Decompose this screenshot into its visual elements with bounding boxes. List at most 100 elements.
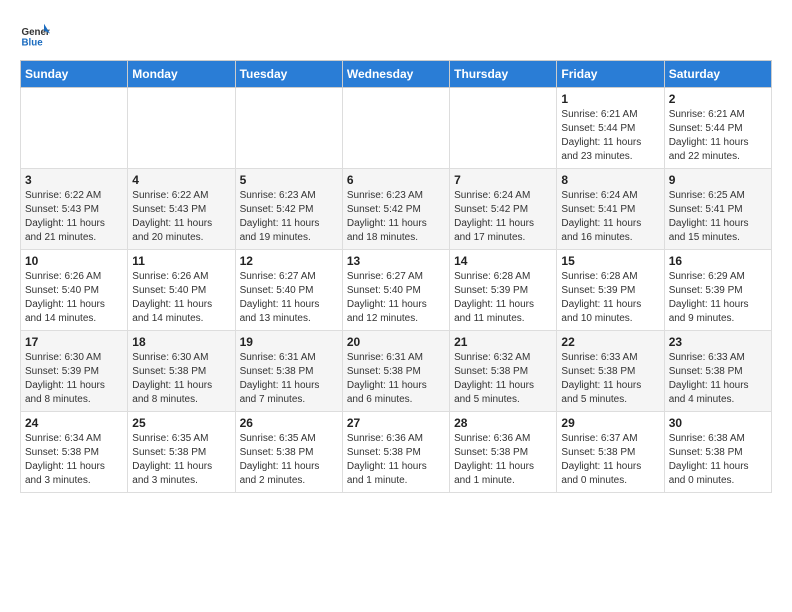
day-number: 13 bbox=[347, 254, 445, 268]
calendar-cell: 2 Sunrise: 6:21 AM Sunset: 5:44 PM Daylig… bbox=[664, 88, 771, 169]
day-number: 19 bbox=[240, 335, 338, 349]
page-header: General Blue bbox=[20, 20, 772, 50]
calendar-cell: 28 Sunrise: 6:36 AM Sunset: 5:38 PM Dayli… bbox=[450, 412, 557, 493]
day-number: 8 bbox=[561, 173, 659, 187]
day-number: 29 bbox=[561, 416, 659, 430]
day-info: Sunrise: 6:24 AM Sunset: 5:41 PM Dayligh… bbox=[561, 189, 659, 245]
calendar-cell: 16 Sunrise: 6:29 AM Sunset: 5:39 PM Dayli… bbox=[664, 250, 771, 331]
day-number: 6 bbox=[347, 173, 445, 187]
calendar-cell: 21 Sunrise: 6:32 AM Sunset: 5:38 PM Dayli… bbox=[450, 331, 557, 412]
day-info: Sunrise: 6:37 AM Sunset: 5:38 PM Dayligh… bbox=[561, 432, 659, 488]
day-info: Sunrise: 6:35 AM Sunset: 5:38 PM Dayligh… bbox=[132, 432, 230, 488]
day-number: 22 bbox=[561, 335, 659, 349]
day-info: Sunrise: 6:26 AM Sunset: 5:40 PM Dayligh… bbox=[132, 270, 230, 326]
day-number: 12 bbox=[240, 254, 338, 268]
day-number: 28 bbox=[454, 416, 552, 430]
calendar-week-row: 3 Sunrise: 6:22 AM Sunset: 5:43 PM Daylig… bbox=[21, 169, 772, 250]
calendar-cell: 23 Sunrise: 6:33 AM Sunset: 5:38 PM Dayli… bbox=[664, 331, 771, 412]
day-info: Sunrise: 6:30 AM Sunset: 5:38 PM Dayligh… bbox=[132, 351, 230, 407]
day-number: 20 bbox=[347, 335, 445, 349]
calendar-cell: 12 Sunrise: 6:27 AM Sunset: 5:40 PM Dayli… bbox=[235, 250, 342, 331]
day-number: 3 bbox=[25, 173, 123, 187]
calendar-cell: 15 Sunrise: 6:28 AM Sunset: 5:39 PM Dayli… bbox=[557, 250, 664, 331]
calendar-cell bbox=[21, 88, 128, 169]
day-info: Sunrise: 6:30 AM Sunset: 5:39 PM Dayligh… bbox=[25, 351, 123, 407]
day-number: 4 bbox=[132, 173, 230, 187]
day-number: 10 bbox=[25, 254, 123, 268]
weekday-header: Tuesday bbox=[235, 61, 342, 88]
calendar-cell: 30Sunrise: 6:38 AM Sunset: 5:38 PM Dayli… bbox=[664, 412, 771, 493]
calendar-cell bbox=[450, 88, 557, 169]
day-info: Sunrise: 6:23 AM Sunset: 5:42 PM Dayligh… bbox=[347, 189, 445, 245]
calendar-cell: 6 Sunrise: 6:23 AM Sunset: 5:42 PM Daylig… bbox=[342, 169, 449, 250]
calendar-week-row: 17 Sunrise: 6:30 AM Sunset: 5:39 PM Dayli… bbox=[21, 331, 772, 412]
day-number: 24 bbox=[25, 416, 123, 430]
calendar-week-row: 10 Sunrise: 6:26 AM Sunset: 5:40 PM Dayli… bbox=[21, 250, 772, 331]
day-info: Sunrise: 6:28 AM Sunset: 5:39 PM Dayligh… bbox=[454, 270, 552, 326]
day-info: Sunrise: 6:29 AM Sunset: 5:39 PM Dayligh… bbox=[669, 270, 767, 326]
day-number: 11 bbox=[132, 254, 230, 268]
day-info: Sunrise: 6:27 AM Sunset: 5:40 PM Dayligh… bbox=[347, 270, 445, 326]
weekday-header: Friday bbox=[557, 61, 664, 88]
day-info: Sunrise: 6:25 AM Sunset: 5:41 PM Dayligh… bbox=[669, 189, 767, 245]
day-number: 23 bbox=[669, 335, 767, 349]
logo: General Blue bbox=[20, 20, 50, 50]
day-info: Sunrise: 6:33 AM Sunset: 5:38 PM Dayligh… bbox=[669, 351, 767, 407]
calendar-cell: 14 Sunrise: 6:28 AM Sunset: 5:39 PM Dayli… bbox=[450, 250, 557, 331]
day-info: Sunrise: 6:22 AM Sunset: 5:43 PM Dayligh… bbox=[25, 189, 123, 245]
day-info: Sunrise: 6:34 AM Sunset: 5:38 PM Dayligh… bbox=[25, 432, 123, 488]
day-number: 15 bbox=[561, 254, 659, 268]
day-number: 27 bbox=[347, 416, 445, 430]
weekday-header: Wednesday bbox=[342, 61, 449, 88]
calendar-week-row: 24 Sunrise: 6:34 AM Sunset: 5:38 PM Dayli… bbox=[21, 412, 772, 493]
calendar-cell: 11 Sunrise: 6:26 AM Sunset: 5:40 PM Dayli… bbox=[128, 250, 235, 331]
day-info: Sunrise: 6:32 AM Sunset: 5:38 PM Dayligh… bbox=[454, 351, 552, 407]
day-number: 1 bbox=[561, 92, 659, 106]
svg-text:Blue: Blue bbox=[22, 38, 44, 49]
calendar-cell: 29 Sunrise: 6:37 AM Sunset: 5:38 PM Dayli… bbox=[557, 412, 664, 493]
day-number: 5 bbox=[240, 173, 338, 187]
day-info: Sunrise: 6:22 AM Sunset: 5:43 PM Dayligh… bbox=[132, 189, 230, 245]
calendar-cell: 13 Sunrise: 6:27 AM Sunset: 5:40 PM Dayli… bbox=[342, 250, 449, 331]
day-info: Sunrise: 6:31 AM Sunset: 5:38 PM Dayligh… bbox=[347, 351, 445, 407]
calendar-cell: 10 Sunrise: 6:26 AM Sunset: 5:40 PM Dayli… bbox=[21, 250, 128, 331]
calendar-cell: 27 Sunrise: 6:36 AM Sunset: 5:38 PM Dayli… bbox=[342, 412, 449, 493]
day-info: Sunrise: 6:33 AM Sunset: 5:38 PM Dayligh… bbox=[561, 351, 659, 407]
day-info: Sunrise: 6:24 AM Sunset: 5:42 PM Dayligh… bbox=[454, 189, 552, 245]
day-number: 14 bbox=[454, 254, 552, 268]
day-info: Sunrise: 6:26 AM Sunset: 5:40 PM Dayligh… bbox=[25, 270, 123, 326]
weekday-header: Monday bbox=[128, 61, 235, 88]
calendar-cell: 26 Sunrise: 6:35 AM Sunset: 5:38 PM Dayli… bbox=[235, 412, 342, 493]
day-info: Sunrise: 6:27 AM Sunset: 5:40 PM Dayligh… bbox=[240, 270, 338, 326]
day-info: Sunrise: 6:28 AM Sunset: 5:39 PM Dayligh… bbox=[561, 270, 659, 326]
calendar-cell: 17 Sunrise: 6:30 AM Sunset: 5:39 PM Dayli… bbox=[21, 331, 128, 412]
day-number: 16 bbox=[669, 254, 767, 268]
day-info: Sunrise: 6:21 AM Sunset: 5:44 PM Dayligh… bbox=[561, 108, 659, 164]
day-number: 9 bbox=[669, 173, 767, 187]
calendar-cell: 3 Sunrise: 6:22 AM Sunset: 5:43 PM Daylig… bbox=[21, 169, 128, 250]
calendar-cell: 8 Sunrise: 6:24 AM Sunset: 5:41 PM Daylig… bbox=[557, 169, 664, 250]
day-number: 7 bbox=[454, 173, 552, 187]
calendar-cell: 22 Sunrise: 6:33 AM Sunset: 5:38 PM Dayli… bbox=[557, 331, 664, 412]
day-info: Sunrise: 6:35 AM Sunset: 5:38 PM Dayligh… bbox=[240, 432, 338, 488]
calendar-cell: 19 Sunrise: 6:31 AM Sunset: 5:38 PM Dayli… bbox=[235, 331, 342, 412]
day-info: Sunrise: 6:23 AM Sunset: 5:42 PM Dayligh… bbox=[240, 189, 338, 245]
day-number: 26 bbox=[240, 416, 338, 430]
weekday-header: Saturday bbox=[664, 61, 771, 88]
calendar-week-row: 1 Sunrise: 6:21 AM Sunset: 5:44 PM Daylig… bbox=[21, 88, 772, 169]
logo-icon: General Blue bbox=[20, 20, 50, 50]
day-number: 17 bbox=[25, 335, 123, 349]
day-number: 21 bbox=[454, 335, 552, 349]
weekday-header-row: SundayMondayTuesdayWednesdayThursdayFrid… bbox=[21, 61, 772, 88]
day-number: 18 bbox=[132, 335, 230, 349]
calendar-cell bbox=[235, 88, 342, 169]
day-info: Sunrise: 6:38 AM Sunset: 5:38 PM Dayligh… bbox=[669, 432, 767, 488]
day-number: 2 bbox=[669, 92, 767, 106]
calendar-cell: 7 Sunrise: 6:24 AM Sunset: 5:42 PM Daylig… bbox=[450, 169, 557, 250]
day-info: Sunrise: 6:36 AM Sunset: 5:38 PM Dayligh… bbox=[454, 432, 552, 488]
day-info: Sunrise: 6:21 AM Sunset: 5:44 PM Dayligh… bbox=[669, 108, 767, 164]
calendar-cell bbox=[128, 88, 235, 169]
day-info: Sunrise: 6:31 AM Sunset: 5:38 PM Dayligh… bbox=[240, 351, 338, 407]
day-info: Sunrise: 6:36 AM Sunset: 5:38 PM Dayligh… bbox=[347, 432, 445, 488]
calendar-cell: 20 Sunrise: 6:31 AM Sunset: 5:38 PM Dayli… bbox=[342, 331, 449, 412]
